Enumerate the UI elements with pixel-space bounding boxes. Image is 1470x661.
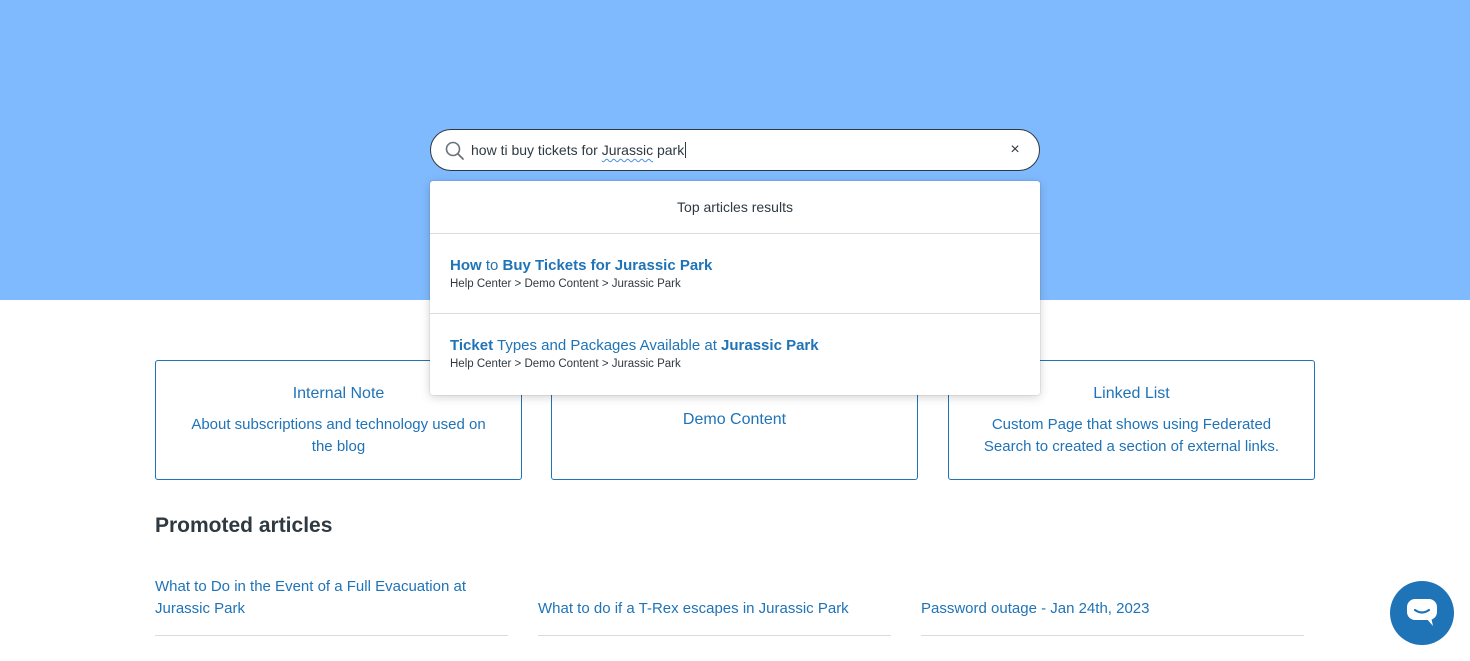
promoted-article-item: What to Do in the Event of a Full Evacua… [155, 576, 508, 636]
promoted-article-item: What to do if a T-Rex escapes in Jurassi… [538, 576, 891, 636]
category-title: Demo Content [682, 411, 787, 428]
promoted-article-item: Password outage - Jan 24th, 2023 [921, 576, 1304, 636]
close-icon[interactable]: × [1005, 140, 1025, 160]
category-description: Custom Page that shows using Federated S… [983, 416, 1280, 455]
search-result-item[interactable]: How to Buy Tickets for Jurassic Park Hel… [430, 234, 1040, 314]
search-icon [444, 140, 466, 162]
search-input[interactable]: how ti buy tickets for Jurassic park × [430, 129, 1040, 171]
chat-bubble-icon [1407, 599, 1437, 626]
promoted-article-link[interactable]: What to do if a T-Rex escapes in Jurassi… [538, 598, 849, 620]
search-result-item[interactable]: Ticket Types and Packages Available at J… [430, 314, 1040, 394]
search-result-title[interactable]: Ticket Types and Packages Available at J… [450, 337, 1020, 355]
promoted-article-link[interactable]: Password outage - Jan 24th, 2023 [921, 598, 1150, 620]
search-query[interactable]: how ti buy tickets for Jurassic park [471, 130, 687, 170]
promoted-article-link[interactable]: What to Do in the Event of a Full Evacua… [155, 576, 508, 620]
dropdown-header: Top articles results [430, 181, 1040, 234]
category-description: About subscriptions and technology used … [191, 416, 486, 455]
search-result-breadcrumb: Help Center > Demo Content > Jurassic Pa… [450, 358, 681, 370]
chat-button[interactable] [1390, 581, 1454, 645]
promoted-articles-heading: Promoted articles [155, 514, 333, 537]
search-result-title[interactable]: How to Buy Tickets for Jurassic Park [450, 257, 1020, 275]
search-results-dropdown: Top articles results How to Buy Tickets … [430, 181, 1040, 395]
search-result-breadcrumb: Help Center > Demo Content > Jurassic Pa… [450, 278, 681, 290]
